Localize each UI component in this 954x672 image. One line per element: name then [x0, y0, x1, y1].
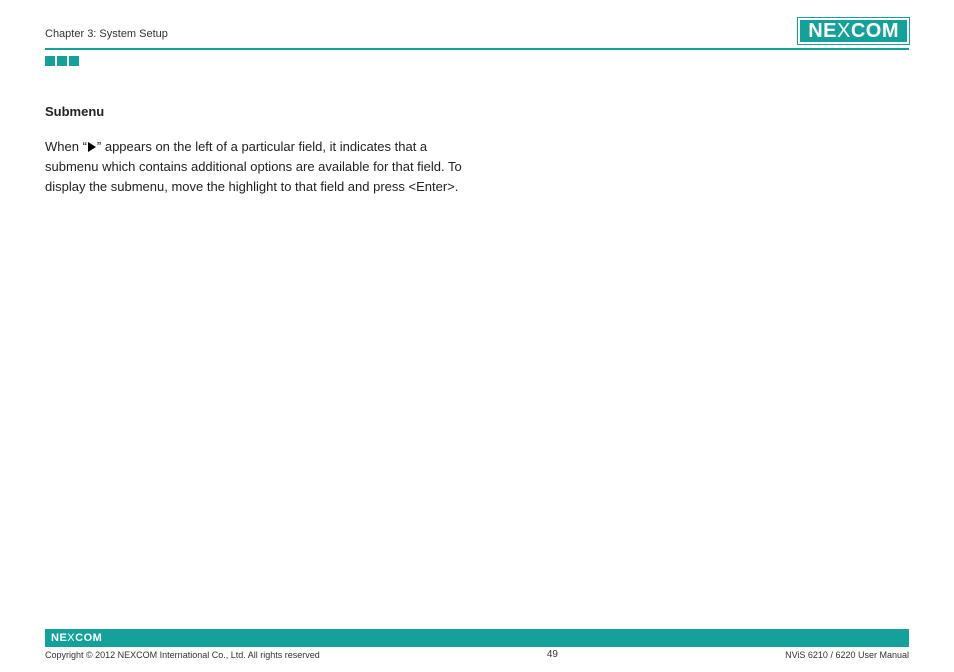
footer-info-line: Copyright © 2012 NEXCOM International Co… [45, 649, 909, 660]
copyright-text: Copyright © 2012 NEXCOM International Co… [45, 650, 320, 660]
logo-text-part1: NE [808, 20, 837, 43]
footer-logo-mid: X [67, 632, 75, 644]
footer-logo-part2: COM [75, 632, 102, 644]
para-text-pre: When “ [45, 139, 87, 154]
decorative-squares [45, 56, 909, 66]
document-title: NViS 6210 / 6220 User Manual [785, 650, 909, 660]
footer-logo-part1: NE [51, 632, 67, 644]
page-footer: NEXCOM Copyright © 2012 NEXCOM Internati… [45, 629, 909, 660]
footer-logo: NEXCOM [51, 632, 102, 644]
footer-bar: NEXCOM [45, 629, 909, 647]
triangle-right-icon [87, 142, 97, 152]
page-container: Chapter 3: System Setup NEXCOM Submenu W… [0, 0, 954, 672]
square-icon [57, 56, 67, 66]
square-icon [45, 56, 55, 66]
page-number: 49 [547, 649, 558, 660]
logo-text-part2: COM [851, 20, 899, 43]
para-text-post: ” appears on the left of a particular fi… [45, 139, 462, 194]
brand-logo: NEXCOM [798, 18, 909, 44]
body-paragraph: When “” appears on the left of a particu… [45, 137, 475, 197]
header-divider [45, 48, 909, 50]
section-heading: Submenu [45, 104, 475, 119]
chapter-title: Chapter 3: System Setup [45, 28, 168, 44]
square-icon [69, 56, 79, 66]
logo-text-mid: X [837, 20, 851, 43]
page-header: Chapter 3: System Setup NEXCOM [45, 18, 909, 44]
main-content: Submenu When “” appears on the left of a… [45, 104, 475, 197]
